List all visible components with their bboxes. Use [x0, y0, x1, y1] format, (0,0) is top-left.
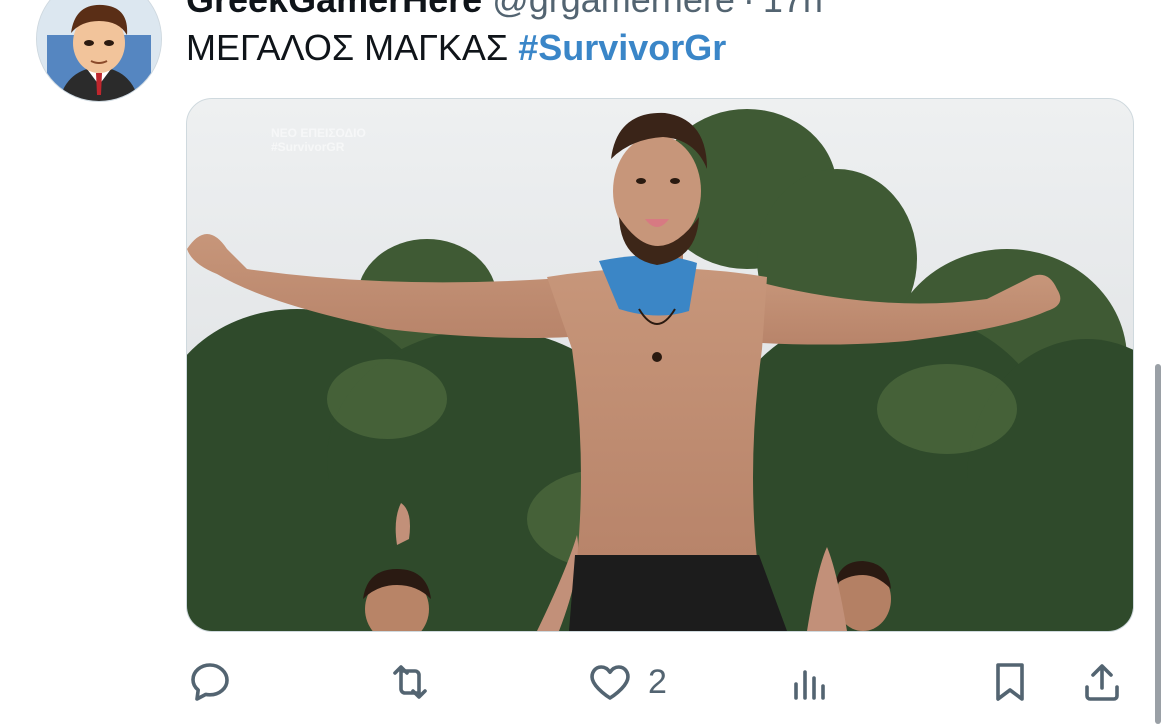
- tweet-time[interactable]: 17h: [763, 0, 823, 20]
- like-button[interactable]: 2: [586, 652, 667, 712]
- share-icon: [1085, 664, 1119, 701]
- tweet-media-image[interactable]: ΝΕΟ ΕΠΕΙΣΟΔΙΟ #SurvivorGR: [186, 98, 1134, 632]
- tweet-header: GreekGamerHere @grgamerhere · 17h: [186, 0, 823, 18]
- scrollbar-thumb[interactable]: [1155, 364, 1161, 724]
- tweet-body: ΜΕΓΑΛΟΣ ΜΑΓΚΑΣ: [186, 27, 509, 68]
- watermark-line1: ΝΕΟ ΕΠΕΙΣΟΔΙΟ: [271, 126, 366, 140]
- views-icon: [794, 670, 825, 700]
- retweet-button[interactable]: [386, 652, 448, 712]
- bookmark-icon: [996, 663, 1024, 701]
- tweet[interactable]: GreekGamerHere @grgamerhere · 17h ΜΕΓΑΛΟΣ Μ…: [0, 0, 1170, 726]
- reply-icon: [191, 663, 229, 701]
- separator-dot: ·: [743, 0, 755, 20]
- share-button[interactable]: [1078, 652, 1126, 712]
- hashtag-link[interactable]: #SurvivorGr: [518, 27, 726, 68]
- bookmark-button[interactable]: [986, 652, 1034, 712]
- retweet-icon: [393, 665, 427, 699]
- watermark-line2: #SurvivorGR: [271, 140, 345, 154]
- views-button[interactable]: [786, 652, 848, 712]
- display-name[interactable]: GreekGamerHere: [186, 0, 482, 20]
- heart-icon: [590, 665, 630, 700]
- tweet-actions: 2: [186, 652, 1136, 712]
- user-avatar[interactable]: [36, 0, 162, 102]
- reply-button[interactable]: [186, 652, 248, 712]
- like-count: 2: [648, 662, 667, 701]
- tweet-text: ΜΕΓΑΛΟΣ ΜΑΓΚΑΣ #SurvivorGr: [186, 26, 726, 70]
- user-handle[interactable]: @grgamerhere: [492, 0, 735, 20]
